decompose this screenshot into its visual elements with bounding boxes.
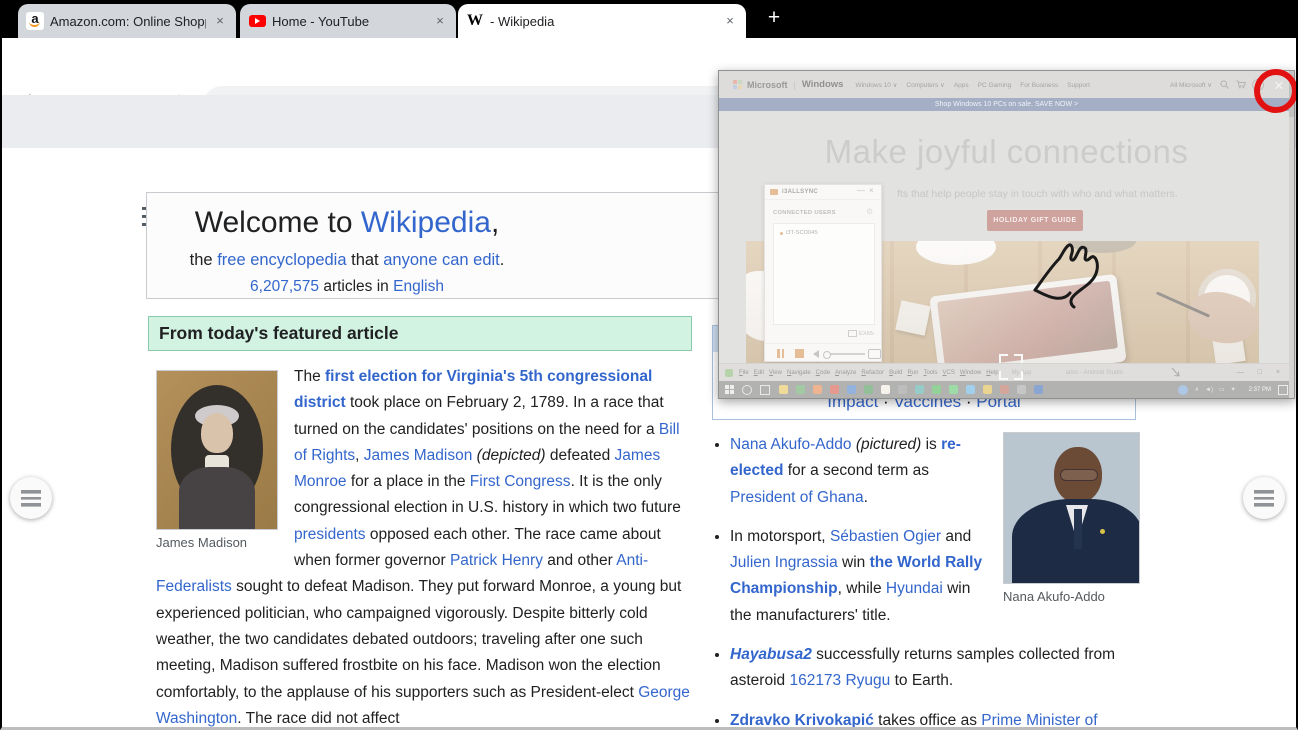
youtube-play-icon [255, 18, 260, 24]
wiki-link[interactable]: Prime Minister of [981, 712, 1097, 729]
tab-wikipedia-active[interactable]: W - Wikipedia × [458, 4, 746, 38]
tab-close-icon[interactable]: × [432, 13, 448, 29]
tab-title: Amazon.com: Online Shoppi [50, 14, 206, 29]
text-segment: sought to defeat Madison. They put forwa… [156, 578, 681, 700]
wiki-link[interactable]: Wikipedia [361, 206, 491, 239]
tab-youtube[interactable]: Home - YouTube × [240, 4, 456, 38]
wiki-link[interactable]: presidents [294, 526, 366, 543]
featured-article-body: James Madison The first election for Vir… [156, 364, 690, 730]
wiki-link[interactable]: Hyundai [886, 580, 943, 597]
text-segment: . The race did not affect [237, 710, 399, 727]
left-assist-handle[interactable] [10, 477, 52, 519]
in-the-news-section: Nana Akufo-Addo Nana Akufo-Addo (picture… [710, 432, 1142, 730]
wikipedia-favicon: W [466, 12, 484, 30]
news-item: Hayabusa2 successfully returns samples c… [730, 642, 1142, 695]
tab-close-icon[interactable]: × [722, 13, 738, 29]
text-segment: for a second term as [783, 462, 929, 479]
screen: a Amazon.com: Online Shoppi × Home - You… [0, 0, 1298, 730]
text-segment: takes office as [874, 712, 981, 729]
image-caption: Nana Akufo-Addo [1003, 589, 1142, 605]
tab-close-icon[interactable]: × [212, 13, 228, 29]
article-count-line: 6,207,575 articles in English [147, 278, 547, 296]
red-circle-annotation [1254, 69, 1298, 113]
text-segment: The [294, 368, 325, 385]
text-segment: . [500, 251, 505, 269]
text-segment: for a place in the [347, 473, 470, 490]
text-segment: , [491, 206, 499, 239]
text-segment: . [864, 489, 868, 506]
wiki-link[interactable]: Julien Ingrassia [730, 554, 838, 571]
overlay-dim-layer [719, 71, 1294, 398]
nana-akufo-addo-figure[interactable]: Nana Akufo-Addo [1003, 432, 1142, 605]
text-segment: the [190, 251, 218, 269]
tab-title: Home - YouTube [272, 14, 426, 29]
wiki-link[interactable]: Sébastien Ogier [830, 528, 941, 545]
pointing-hand-annotation [1015, 235, 1110, 313]
youtube-favicon [248, 12, 266, 30]
welcome-heading: Welcome to Wikipedia, [147, 206, 547, 240]
welcome-tagline: the free encyclopedia that anyone can ed… [147, 251, 547, 270]
text-segment: and [941, 528, 971, 545]
image-caption: James Madison [156, 535, 278, 551]
wiki-link[interactable]: 6,207,575 [250, 278, 319, 295]
text-segment: win [838, 554, 870, 571]
wiki-link[interactable]: Nana Akufo-Addo [730, 436, 852, 453]
screen-share-overlay-window[interactable]: Microsoft | Windows Windows 10 ∨Computer… [718, 70, 1295, 399]
text-segment: (depicted) [477, 447, 546, 464]
browser-tab-strip: a Amazon.com: Online Shoppi × Home - You… [0, 0, 1298, 38]
text-segment: Welcome to [195, 206, 361, 239]
wiki-link[interactable]: Hayabusa2 [730, 646, 812, 663]
text-segment: In motorsport, [730, 528, 830, 545]
amazon-favicon: a [26, 12, 44, 30]
nana-akufo-addo-photo[interactable] [1003, 432, 1140, 584]
featured-article-header: From today's featured article [148, 316, 692, 351]
text-segment: defeated [546, 447, 615, 464]
text-segment: that [347, 251, 384, 269]
tab-title: - Wikipedia [490, 14, 716, 29]
james-madison-figure[interactable]: James Madison [156, 370, 278, 551]
wiki-link[interactable]: First Congress [470, 473, 571, 490]
right-assist-handle[interactable] [1243, 477, 1285, 519]
text-segment: is [921, 436, 941, 453]
text-segment: articles in [319, 278, 393, 295]
text-segment: , while [838, 580, 886, 597]
text-segment: to Earth. [890, 672, 953, 689]
james-madison-portrait[interactable] [156, 370, 278, 530]
wiki-link[interactable]: 162173 Ryugu [789, 672, 890, 689]
wiki-link[interactable]: English [393, 278, 444, 295]
tab-amazon[interactable]: a Amazon.com: Online Shoppi × [18, 4, 236, 38]
news-item: Zdravko Krivokapić takes office as Prime… [730, 708, 1142, 730]
text-segment: and other [543, 552, 616, 569]
wiki-link[interactable]: President of Ghana [730, 489, 864, 506]
new-tab-button[interactable]: + [762, 6, 786, 30]
text-segment: took place on February 2, 1789. In a rac… [294, 394, 664, 437]
wiki-link[interactable]: Patrick Henry [450, 552, 543, 569]
wiki-link[interactable]: free encyclopedia [217, 251, 346, 269]
wiki-link[interactable]: Zdravko Krivokapić [730, 712, 874, 729]
text-segment: (pictured) [856, 436, 921, 453]
wiki-link[interactable]: anyone can edit [383, 251, 500, 269]
text-segment: , [355, 447, 364, 464]
wiki-link[interactable]: James Madison [364, 447, 473, 464]
